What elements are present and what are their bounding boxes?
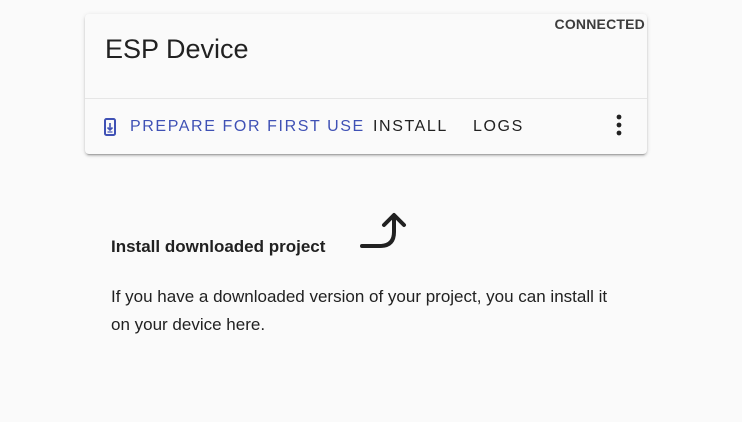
card-actions: PREPARE FOR FIRST USE INSTALL LOGS [85,98,647,155]
hint-description: If you have a downloaded version of your… [111,287,608,334]
prepare-for-first-use-button[interactable]: PREPARE FOR FIRST USE [104,99,365,155]
more-menu-button[interactable] [607,114,631,141]
prepare-label: PREPARE FOR FIRST USE [130,118,365,135]
more-vertical-icon [616,114,622,141]
install-button[interactable]: INSTALL [373,99,448,155]
curved-arrow-up-icon [360,210,408,252]
device-card: CONNECTED ESP Device PREPARE FOR FIRST U… [85,14,647,154]
install-label: INSTALL [373,118,448,135]
logs-button[interactable]: LOGS [473,99,524,155]
status-badge: CONNECTED [554,16,645,32]
hint-title: Install downloaded project [111,237,326,256]
phone-download-icon [104,118,116,136]
device-title: ESP Device [105,34,249,64]
logs-label: LOGS [473,118,524,135]
